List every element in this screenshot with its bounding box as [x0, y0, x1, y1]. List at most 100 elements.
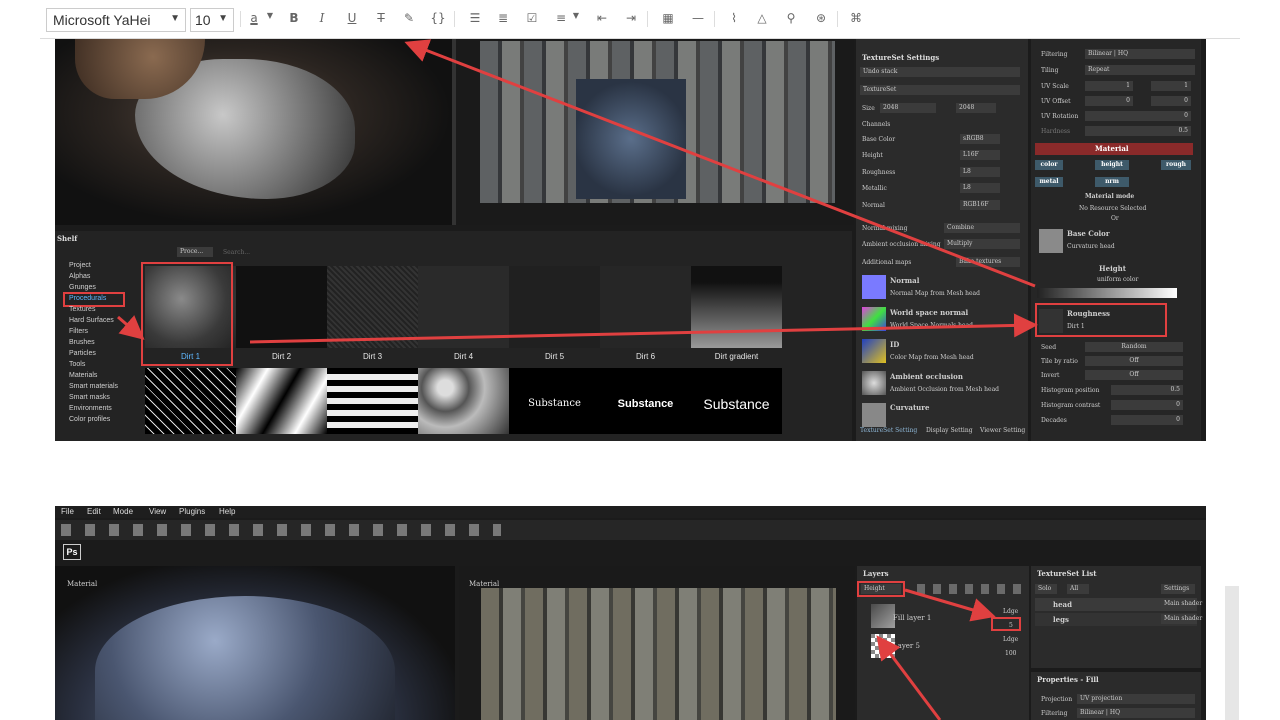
- bake-textures-button[interactable]: Bake textures: [956, 257, 1020, 267]
- filtering-select[interactable]: Bilinear | HQ: [1077, 708, 1195, 718]
- list-item[interactable]: head Main shader: [1035, 598, 1202, 611]
- shelf-category[interactable]: Tools: [69, 361, 85, 368]
- chevron-down-icon[interactable]: ▼: [262, 11, 278, 20]
- photoshop-icon[interactable]: Ps: [63, 544, 81, 560]
- tab-viewer-setting[interactable]: Viewer Setting: [980, 427, 1025, 434]
- underline-icon[interactable]: U: [344, 11, 360, 25]
- shelf-category[interactable]: Textures: [69, 306, 95, 313]
- size-select-2[interactable]: 2048: [956, 103, 996, 113]
- shelf-item-thumb[interactable]: [691, 266, 782, 348]
- ao-mixing-select[interactable]: Multiply: [944, 239, 1020, 249]
- shelf-category[interactable]: Grunges: [69, 284, 96, 291]
- all-button[interactable]: All: [1067, 584, 1089, 594]
- drive-icon[interactable]: △: [754, 11, 770, 25]
- horizontal-rule-icon[interactable]: —: [690, 11, 706, 25]
- channel-chip-nrm[interactable]: nrm: [1095, 177, 1129, 187]
- shelf-category[interactable]: Hard Surfaces: [69, 317, 114, 324]
- menu-view[interactable]: View: [149, 507, 166, 516]
- more-icon[interactable]: ⊛: [813, 11, 829, 25]
- menu-help[interactable]: Help: [219, 507, 235, 516]
- invert-toggle[interactable]: Off: [1085, 370, 1183, 380]
- shelf-category[interactable]: Color profiles: [69, 416, 110, 423]
- page-scrollbar[interactable]: [1225, 586, 1239, 720]
- size-select[interactable]: 2048: [880, 103, 936, 113]
- link-icon[interactable]: ⚲: [783, 11, 799, 25]
- font-color-icon[interactable]: a: [246, 11, 262, 25]
- fullscreen-icon[interactable]: ⌘: [848, 11, 864, 25]
- uv-viewport[interactable]: [456, 39, 854, 225]
- projection-select[interactable]: UV projection: [1077, 694, 1195, 704]
- indent-icon[interactable]: ⇥: [623, 11, 639, 25]
- shelf-item-thumb[interactable]: Substance: [691, 368, 782, 434]
- filtering-select[interactable]: Bilinear | HQ: [1085, 49, 1195, 59]
- shelf-item-thumb[interactable]: [509, 266, 600, 348]
- layer-opacity[interactable]: 100: [1005, 650, 1016, 657]
- tile-ratio-toggle[interactable]: Off: [1085, 356, 1183, 366]
- font-family-select[interactable]: Microsoft YaHei ▼: [46, 8, 186, 32]
- channel-format-select[interactable]: L8: [960, 183, 1000, 193]
- shelf-search-input[interactable]: Search...: [223, 249, 250, 256]
- height-gradient-slider[interactable]: [1037, 288, 1177, 298]
- channel-chip-height[interactable]: height: [1095, 160, 1129, 170]
- hist-contrast-slider[interactable]: 0: [1111, 400, 1183, 410]
- shelf-filter-chip[interactable]: Proce...: [177, 247, 213, 257]
- layer-tool-icons[interactable]: [917, 584, 1025, 594]
- shelf-category[interactable]: Environments: [69, 405, 112, 412]
- uv-scale-input-2[interactable]: 1: [1151, 81, 1191, 91]
- shelf-category[interactable]: Particles: [69, 350, 96, 357]
- tab-textureset-setting[interactable]: TextureSet Setting: [860, 427, 917, 434]
- shelf-item-thumb[interactable]: [327, 368, 418, 434]
- channel-chip-metal[interactable]: metal: [1035, 177, 1063, 187]
- outdent-icon[interactable]: ⇤: [594, 11, 610, 25]
- italic-icon[interactable]: I: [314, 11, 330, 25]
- viewport-3d[interactable]: Material: [55, 566, 455, 720]
- shelf-category[interactable]: Alphas: [69, 273, 90, 280]
- strikethrough-icon[interactable]: T: [373, 11, 389, 25]
- viewport-3d[interactable]: [55, 39, 452, 225]
- shelf-item-thumb[interactable]: [236, 368, 327, 434]
- menu-file[interactable]: File: [61, 507, 74, 516]
- decades-slider[interactable]: 0: [1111, 415, 1183, 425]
- tool-icons[interactable]: [61, 524, 501, 536]
- uv-scale-input[interactable]: 1: [1085, 81, 1133, 91]
- solo-button[interactable]: Solo: [1035, 584, 1057, 594]
- list-item[interactable]: legs Main shader: [1035, 613, 1202, 626]
- uv-offset-input-2[interactable]: 0: [1151, 96, 1191, 106]
- undo-stack-field[interactable]: Undo stack: [860, 67, 1020, 77]
- shelf-item-thumb[interactable]: [600, 266, 691, 348]
- code-icon[interactable]: {}: [430, 11, 446, 25]
- uv-offset-input[interactable]: 0: [1085, 96, 1133, 106]
- tab-display-setting[interactable]: Display Setting: [926, 427, 973, 434]
- shelf-category[interactable]: Brushes: [69, 339, 95, 346]
- font-size-select[interactable]: 10 ▼: [190, 8, 234, 32]
- shelf-item-thumb[interactable]: Substance: [509, 368, 600, 434]
- normal-mixing-select[interactable]: Combine: [944, 223, 1020, 233]
- table-icon[interactable]: ▦: [660, 11, 676, 25]
- shelf-item-thumb[interactable]: [327, 266, 418, 348]
- numbered-list-icon[interactable]: ≣: [495, 11, 511, 25]
- uv-viewport[interactable]: Material: [459, 566, 855, 720]
- uv-rotation-slider[interactable]: 0: [1085, 111, 1191, 121]
- layer-name[interactable]: Fill layer 1: [893, 614, 931, 622]
- menu-edit[interactable]: Edit: [87, 507, 101, 516]
- attachment-icon[interactable]: ⌇: [726, 11, 742, 25]
- channel-format-select[interactable]: RGB16F: [960, 200, 1000, 210]
- checklist-icon[interactable]: ☑: [524, 11, 540, 25]
- shelf-item-thumb[interactable]: [145, 368, 236, 434]
- shelf-item-thumb[interactable]: [418, 368, 509, 434]
- hardness-slider[interactable]: 0.5: [1085, 126, 1191, 136]
- settings-button[interactable]: Settings: [1161, 584, 1195, 594]
- textureset-field[interactable]: TextureSet: [860, 85, 1020, 95]
- channel-chip-rough[interactable]: rough: [1161, 160, 1191, 170]
- menu-plugins[interactable]: Plugins: [179, 507, 205, 516]
- shelf-category[interactable]: Filters: [69, 328, 88, 335]
- seed-input[interactable]: Random: [1085, 342, 1183, 352]
- chevron-down-icon[interactable]: ▼: [568, 11, 584, 20]
- shelf-item-thumb[interactable]: [236, 266, 327, 348]
- channel-format-select[interactable]: L16F: [960, 150, 1000, 160]
- channel-chip-color[interactable]: color: [1035, 160, 1063, 170]
- channel-format-select[interactable]: L8: [960, 167, 1000, 177]
- highlight-icon[interactable]: ✎: [401, 11, 417, 25]
- shelf-category[interactable]: Project: [69, 262, 91, 269]
- layer-name[interactable]: Layer 5: [893, 642, 920, 650]
